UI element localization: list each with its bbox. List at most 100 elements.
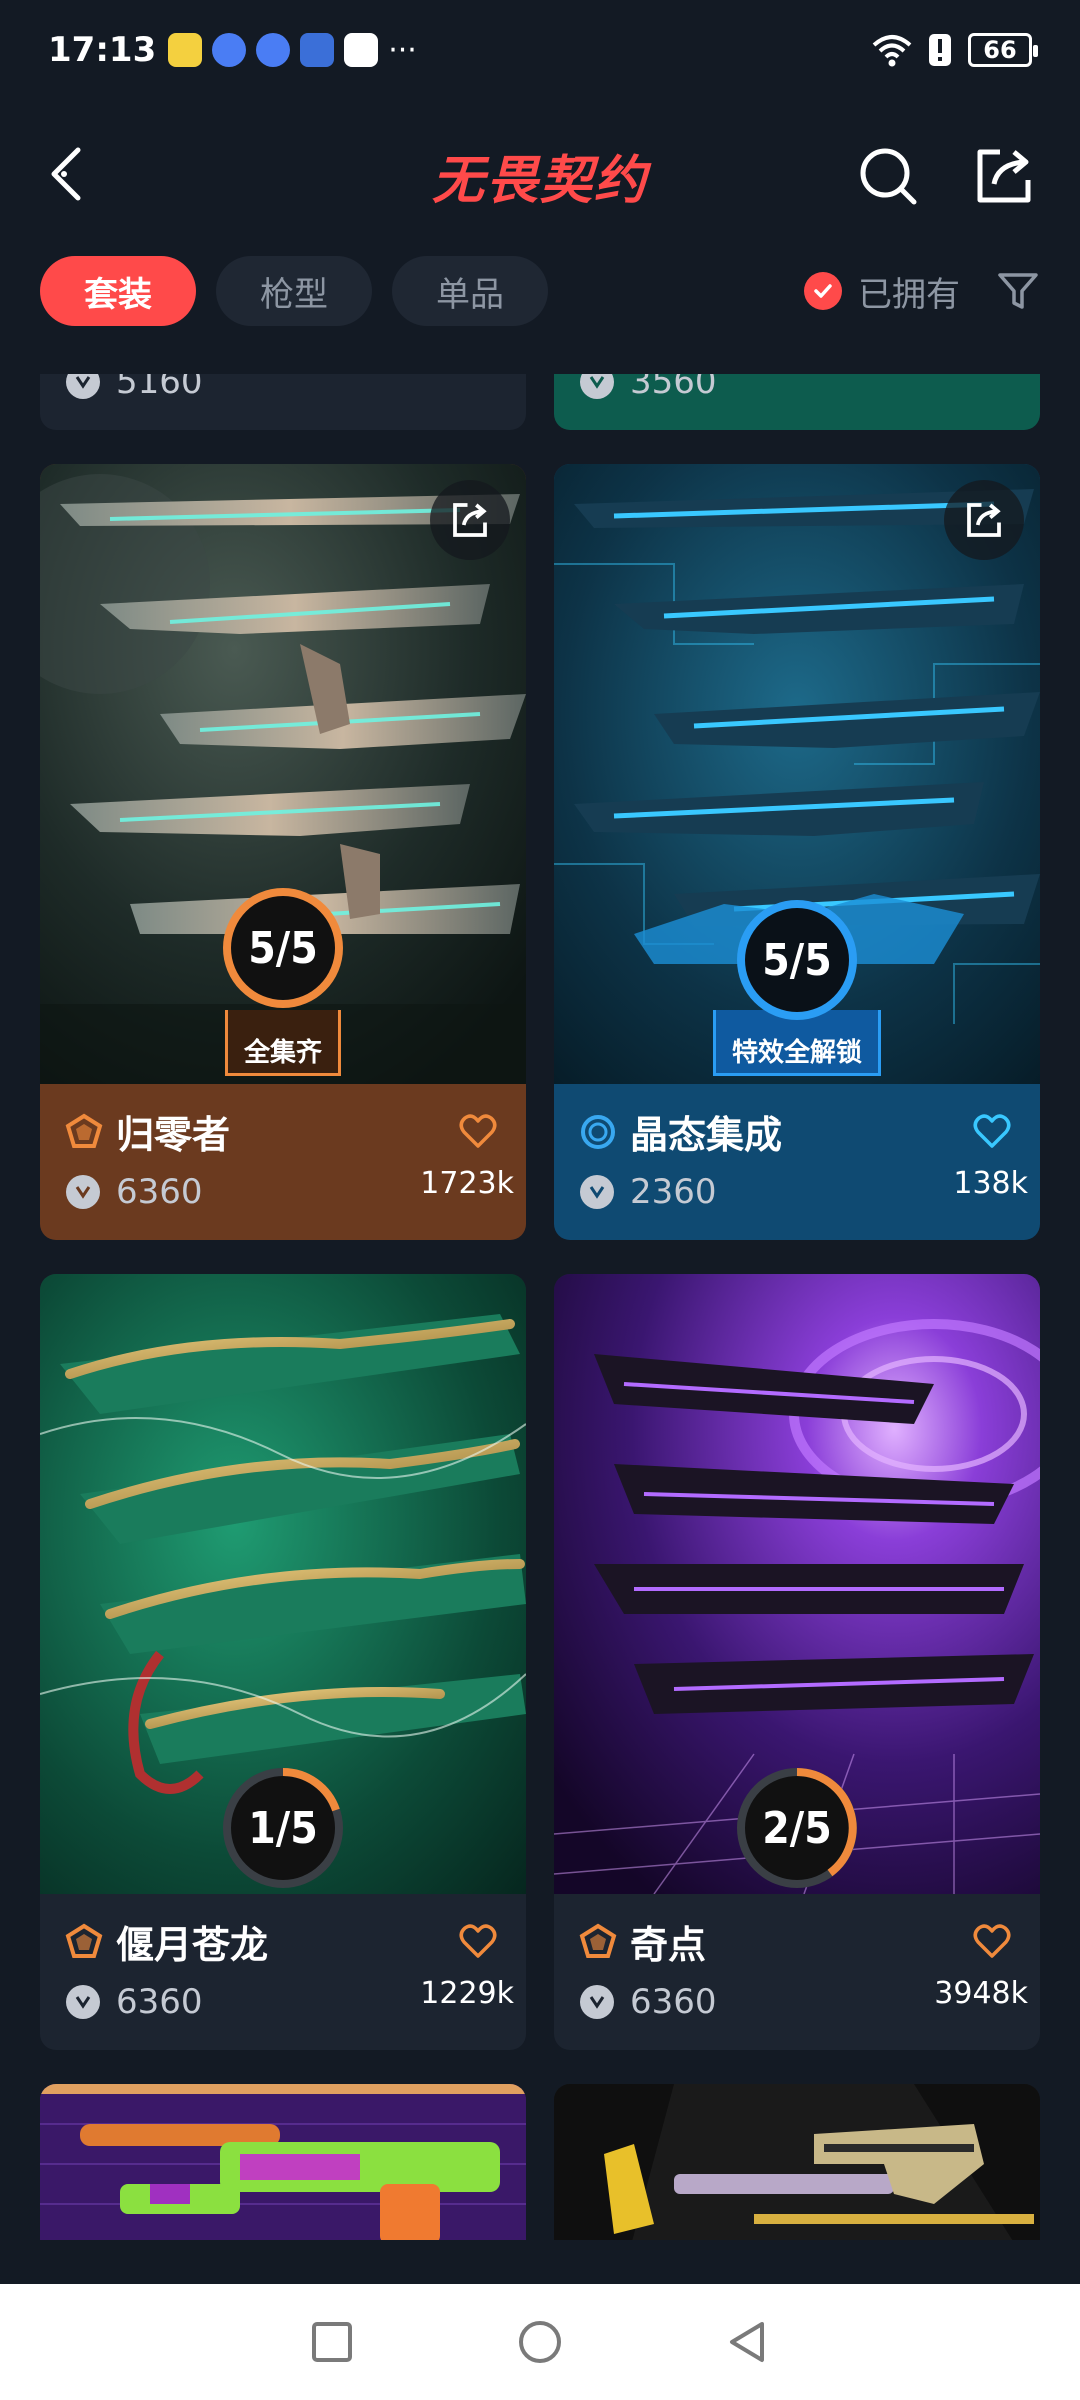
heart-icon[interactable]	[972, 1922, 1012, 1962]
search-icon[interactable]	[856, 144, 920, 208]
card-share-button[interactable]	[944, 480, 1024, 560]
exclusive-tier-icon	[579, 1923, 617, 1958]
suit-card[interactable]	[554, 2084, 1040, 2240]
price-row: 6360	[580, 1982, 717, 2022]
back-icon[interactable]	[724, 2318, 772, 2366]
collection-progress: 5/5	[219, 884, 347, 1012]
share-icon[interactable]	[972, 144, 1036, 208]
suit-card-yanyue[interactable]: 1/5 偃月苍龙 6360 1229k	[40, 1274, 526, 2050]
heart-icon[interactable]	[458, 1922, 498, 1962]
app-notification-icon	[168, 33, 203, 67]
progress-text: 1/5	[248, 1802, 318, 1854]
recent-apps-icon[interactable]	[308, 2318, 356, 2366]
suit-name: 晶态集成	[630, 1113, 783, 1157]
battery-level: 66	[983, 36, 1017, 64]
suit-name: 奇点	[630, 1923, 707, 1967]
share-icon	[453, 503, 487, 537]
price: 5160	[116, 374, 203, 402]
suit-card-jingtai[interactable]: 特效全解锁 5/5 晶态集成 2360 138k	[554, 464, 1040, 1240]
status-right: 66	[872, 33, 1038, 67]
price-row: 6360	[66, 1172, 203, 1212]
exclusive-tier-icon	[65, 1113, 103, 1148]
banner-text: 全集齐	[243, 1038, 323, 1068]
card-info: 晶态集成 2360 138k	[554, 1084, 1040, 1240]
app-logo: 无畏契约	[431, 150, 648, 211]
price: 2360	[630, 1172, 717, 1212]
premium-tier-icon	[581, 1114, 615, 1149]
owned-filter-label: 已拥有	[858, 274, 960, 315]
filter-funnel-icon[interactable]	[996, 269, 1040, 313]
tab-suits[interactable]: 套装	[40, 256, 196, 326]
browser-notification-icon	[212, 33, 247, 67]
browser-notification-icon	[256, 33, 291, 67]
price-row: 3560	[580, 374, 717, 402]
battery-indicator: 66	[968, 33, 1038, 67]
wifi-icon	[872, 35, 912, 67]
like-count: 230k	[953, 374, 1028, 381]
suit-card[interactable]: 5160 1163k	[40, 374, 526, 430]
back-chevron-icon[interactable]	[40, 144, 100, 204]
valorant-points-icon	[66, 374, 100, 399]
collection-progress: 2/5	[733, 1764, 861, 1892]
price-row: 5160	[66, 374, 203, 402]
valorant-points-icon	[580, 374, 614, 399]
collection-progress: 5/5	[733, 896, 861, 1024]
like-count: 1229k	[420, 1976, 514, 2011]
status-bar: 17:13 ··· 66	[0, 0, 1080, 100]
suit-name: 偃月苍龙	[116, 1923, 269, 1967]
filter-row: 套装 枪型 单品 已拥有	[40, 256, 1040, 326]
suit-card-guilingzhe[interactable]: 全集齐 5/5 归零者 6360 1723k	[40, 464, 526, 1240]
like-count: 1163k	[420, 374, 514, 381]
price-row: 2360	[580, 1172, 717, 1212]
suits-grid: 5160 1163k 3560 230k	[0, 374, 1080, 2240]
card-share-button[interactable]	[430, 480, 510, 560]
home-icon[interactable]	[516, 2318, 564, 2366]
card-info: 奇点 6360 3948k	[554, 1894, 1040, 2050]
alert-icon	[929, 34, 951, 66]
valorant-points-icon	[66, 1985, 100, 2019]
price-row: 6360	[66, 1982, 203, 2022]
weapon-skin-image	[554, 2084, 1040, 2240]
suit-name: 归零者	[116, 1113, 231, 1157]
progress-text: 2/5	[762, 1802, 832, 1854]
more-notifications-icon: ···	[388, 32, 417, 68]
card-name-row: 奇点	[578, 1914, 706, 1969]
tab-single-items[interactable]: 单品	[392, 256, 548, 326]
card-name-row: 晶态集成	[578, 1104, 782, 1159]
like-count: 138k	[953, 1166, 1028, 1201]
suit-card[interactable]: 3560 230k	[554, 374, 1040, 430]
valorant-points-icon	[66, 1175, 100, 1209]
price: 3560	[630, 374, 717, 402]
card-info: 偃月苍龙 6360 1229k	[40, 1894, 526, 2050]
card-info: 5160 1163k	[40, 374, 526, 430]
price: 6360	[116, 1982, 203, 2022]
card-name-row: 偃月苍龙	[64, 1914, 268, 1969]
progress-text: 5/5	[248, 922, 318, 974]
card-name-row: 归零者	[64, 1104, 230, 1159]
collection-progress: 1/5	[219, 1764, 347, 1892]
price: 6360	[630, 1982, 717, 2022]
suit-card-qidian[interactable]: 2/5 奇点 6360 3948k	[554, 1274, 1040, 2050]
suit-card[interactable]	[40, 2084, 526, 2240]
share-icon	[967, 503, 1001, 537]
status-time: 17:13	[48, 30, 157, 70]
valorant-points-icon	[580, 1175, 614, 1209]
heart-icon[interactable]	[458, 1112, 498, 1152]
collection-banner: 全集齐	[224, 1010, 342, 1076]
like-count: 3948k	[934, 1976, 1028, 2011]
heart-icon[interactable]	[972, 1112, 1012, 1152]
owned-filter-toggle[interactable]: 已拥有	[804, 267, 960, 316]
app-header: 无畏契约	[0, 100, 1080, 250]
checkbox-checked-icon[interactable]	[804, 272, 842, 310]
like-count: 1723k	[420, 1166, 514, 1201]
tab-gun-types[interactable]: 枪型	[216, 256, 372, 326]
system-nav-bar	[0, 2284, 1080, 2400]
message-notification-icon	[344, 33, 379, 67]
notification-icons	[168, 33, 379, 67]
card-info: 3560 230k	[554, 374, 1040, 430]
progress-text: 5/5	[762, 934, 832, 986]
banner-text: 特效全解锁	[731, 1038, 863, 1068]
price: 6360	[116, 1172, 203, 1212]
exclusive-tier-icon	[65, 1923, 103, 1958]
card-info: 归零者 6360 1723k	[40, 1084, 526, 1240]
